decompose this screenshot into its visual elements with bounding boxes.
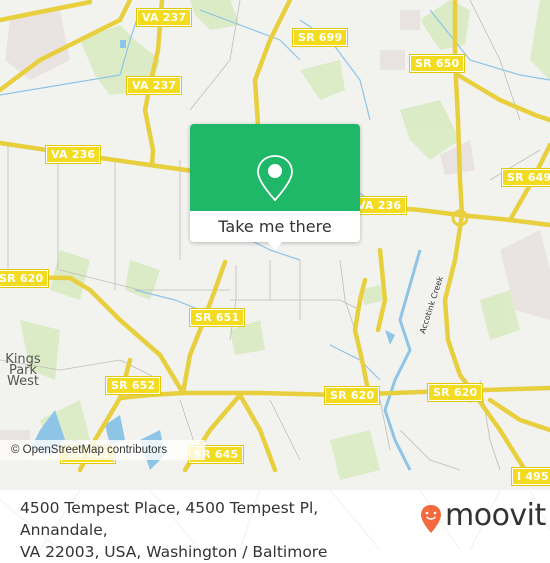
- road-label-sr-620: SR 620: [426, 383, 484, 402]
- map-pin-icon: [257, 155, 293, 202]
- road-label-va-237: VA 237: [135, 8, 193, 27]
- popup-pointer: [267, 241, 283, 250]
- moovit-logo[interactable]: moovit: [420, 498, 546, 540]
- map-view[interactable]: VA 237 VA 237 VA 236 VA 236 SR 699 SR 65…: [0, 0, 550, 490]
- road-label-sr-620: SR 620: [0, 269, 50, 288]
- road-label-sr-650: SR 650: [408, 54, 466, 73]
- road-label-sr-620: SR 620: [323, 386, 381, 405]
- take-me-there-button[interactable]: Take me there: [190, 211, 360, 242]
- map-attribution[interactable]: © OpenStreetMap contributors: [0, 440, 205, 460]
- road-label-sr-699: SR 699: [291, 28, 349, 47]
- moovit-wordmark: moovit: [445, 498, 546, 533]
- address-line-2: VA 22003, USA, Washington / Baltimore: [20, 543, 328, 561]
- road-label-va-237: VA 237: [125, 76, 183, 95]
- road-label-va-236: VA 236: [44, 145, 102, 164]
- road-label-sr-652: SR 652: [104, 376, 162, 395]
- road-label-sr-651: SR 651: [188, 308, 246, 327]
- moovit-pin-icon: [421, 505, 441, 533]
- location-popup: Take me there: [190, 124, 360, 250]
- popup-header: [190, 124, 360, 211]
- place-label-kings-park-west: Kings Park West: [5, 352, 41, 389]
- road-label-i-495: I 495: [511, 467, 550, 486]
- road-label-va-236: VA 236: [350, 196, 408, 215]
- road-label-sr-649: SR 649: [500, 168, 550, 187]
- address-text: 4500 Tempest Place, 4500 Tempest Pl, Ann…: [20, 497, 400, 563]
- address-line-1: 4500 Tempest Place, 4500 Tempest Pl, Ann…: [20, 499, 319, 539]
